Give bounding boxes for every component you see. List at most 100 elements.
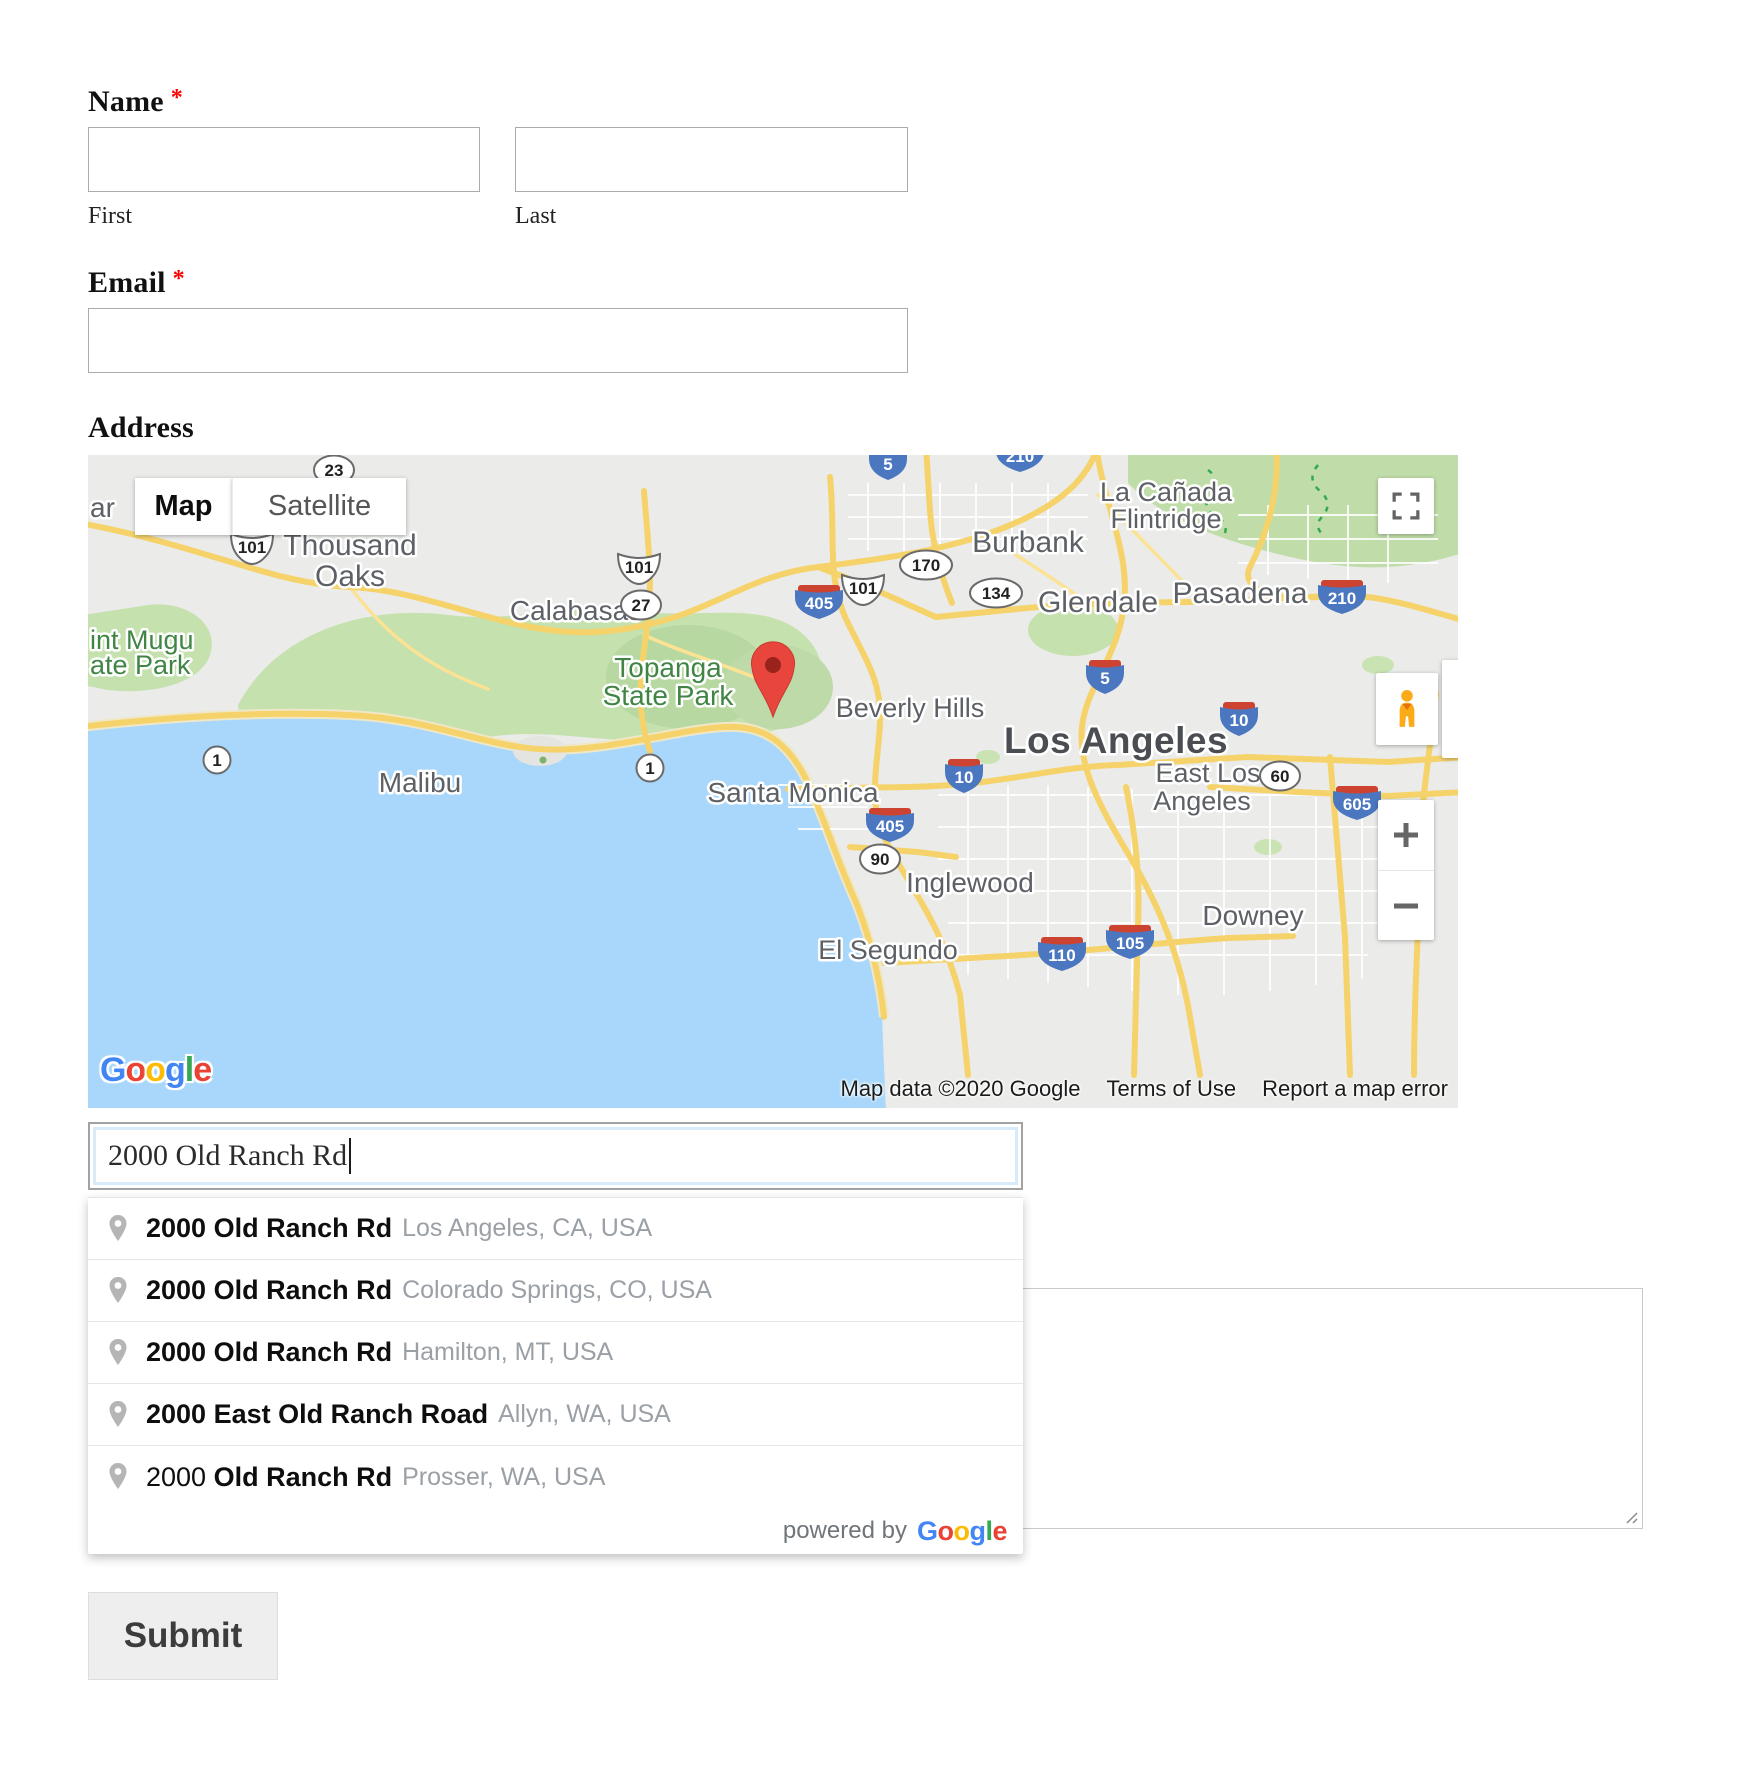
svg-text:1: 1 <box>645 759 654 778</box>
address-input[interactable]: 2000 Old Ranch Rd <box>88 1122 1023 1190</box>
zoom-control <box>1378 800 1434 940</box>
suggestion-location: Prosser, WA, USA <box>402 1463 605 1492</box>
address-label: Address <box>88 411 194 445</box>
google-logo: Google <box>100 1051 211 1090</box>
map-canvas: arThousandOaksCalabasasBurbankLa CañadaF… <box>88 455 1458 1108</box>
last-name-input[interactable] <box>515 127 908 192</box>
svg-text:90: 90 <box>871 850 890 869</box>
road-shield-90: 90 <box>860 845 900 874</box>
svg-text:134: 134 <box>982 584 1011 603</box>
map-place-label: Malibu <box>379 767 461 798</box>
map-place-label: State Park <box>603 680 735 711</box>
map-place-label: Burbank <box>972 526 1085 559</box>
map-place-label: Glendale <box>1038 586 1158 619</box>
required-asterisk: * <box>171 85 183 111</box>
svg-text:5: 5 <box>1100 669 1109 688</box>
autocomplete-suggestion[interactable]: 2000 Old Ranch Rd Hamilton, MT, USA <box>88 1322 1023 1384</box>
map-place-label: Oaks <box>315 560 385 593</box>
svg-text:170: 170 <box>912 556 940 575</box>
suggestion-text: 2000 Old Ranch Rd <box>146 1213 392 1244</box>
svg-text:101: 101 <box>238 538 266 557</box>
plus-icon <box>1391 820 1421 850</box>
suggestion-text: 2000 Old Ranch Rd <box>146 1337 392 1368</box>
svg-text:10: 10 <box>955 768 974 787</box>
svg-text:110: 110 <box>1048 946 1075 965</box>
autocomplete-suggestion[interactable]: 2000 Old Ranch Rd Colorado Springs, CO, … <box>88 1260 1023 1322</box>
map-place-label: Downey <box>1202 900 1303 931</box>
svg-text:405: 405 <box>876 817 904 836</box>
road-shield-170: 170 <box>900 551 952 580</box>
report-map-error-link[interactable]: Report a map error <box>1262 1076 1448 1102</box>
road-shield-60: 60 <box>1260 762 1300 791</box>
first-name-input[interactable] <box>88 127 480 192</box>
svg-text:605: 605 <box>1343 795 1371 814</box>
suggestion-text: 2000 Old Ranch Rd <box>146 1462 392 1493</box>
map-pin-icon <box>106 1399 130 1431</box>
last-sublabel: Last <box>515 203 556 230</box>
map-type-button[interactable]: Map <box>135 478 232 535</box>
svg-text:210: 210 <box>1328 589 1356 608</box>
map-attribution: Map data ©2020 Google Terms of Use Repor… <box>841 1076 1449 1102</box>
autocomplete-suggestion[interactable]: 2000 Old Ranch Rd Prosser, WA, USA <box>88 1446 1023 1508</box>
suggestion-location: Colorado Springs, CO, USA <box>402 1276 712 1305</box>
zoom-in-button[interactable] <box>1378 800 1434 870</box>
page-root: Name* First Last Email* Address <box>0 0 1744 1767</box>
terms-of-use-link[interactable]: Terms of Use <box>1107 1076 1237 1102</box>
address-input-value: 2000 Old Ranch Rd <box>108 1139 347 1173</box>
map-pin-icon <box>106 1275 130 1307</box>
submit-button[interactable]: Submit <box>88 1592 278 1680</box>
suggestion-location: Los Angeles, CA, USA <box>402 1214 652 1243</box>
map-place-label: Angeles <box>1153 786 1251 816</box>
address-autocomplete-dropdown: 2000 Old Ranch Rd Los Angeles, CA, USA 2… <box>88 1197 1023 1554</box>
zoom-out-button[interactable] <box>1378 870 1434 940</box>
map-place-label: El Segundo <box>818 935 958 965</box>
map-place-label: Pasadena <box>1172 577 1307 610</box>
name-label: Name* <box>88 85 183 119</box>
fullscreen-icon <box>1392 492 1420 520</box>
svg-text:101: 101 <box>625 558 653 577</box>
svg-text:1: 1 <box>212 751 221 770</box>
svg-text:10: 10 <box>1230 711 1249 730</box>
map-pin-icon <box>106 1213 130 1245</box>
email-input[interactable] <box>88 308 908 373</box>
autocomplete-suggestion[interactable]: 2000 East Old Ranch Road Allyn, WA, USA <box>88 1384 1023 1446</box>
road-shield-134: 134 <box>970 579 1022 608</box>
map-place-label: Inglewood <box>906 867 1034 898</box>
map-pin-icon <box>106 1461 130 1493</box>
svg-text:405: 405 <box>805 594 833 613</box>
suggestion-text: 2000 Old Ranch Rd <box>146 1275 392 1306</box>
pegman-control[interactable] <box>1376 673 1438 745</box>
google-map[interactable]: arThousandOaksCalabasasBurbankLa CañadaF… <box>88 455 1458 1108</box>
pegman-icon <box>1391 689 1423 729</box>
fullscreen-button[interactable] <box>1378 478 1434 534</box>
resize-grip-icon[interactable] <box>1623 1509 1639 1525</box>
email-label: Email * <box>88 266 185 300</box>
required-asterisk: * <box>173 266 185 292</box>
svg-text:60: 60 <box>1271 767 1290 786</box>
map-pin-icon <box>106 1337 130 1369</box>
suggestion-location: Hamilton, MT, USA <box>402 1338 613 1367</box>
text-caret <box>349 1138 351 1174</box>
map-place-label: La Cañada <box>1100 477 1233 507</box>
map-place-label: Flintridge <box>1110 504 1221 534</box>
svg-text:5: 5 <box>883 455 892 474</box>
powered-by-text: powered by <box>783 1517 907 1545</box>
suggestion-text: 2000 East Old Ranch Road <box>146 1399 488 1430</box>
map-place-label: ar <box>90 492 115 523</box>
svg-text:105: 105 <box>1116 934 1144 953</box>
email-label-text: Email <box>88 266 166 299</box>
svg-text:210: 210 <box>1006 455 1034 466</box>
road-shield-1: 1 <box>204 747 231 774</box>
map-place-label: East Los <box>1155 758 1260 788</box>
svg-text:27: 27 <box>632 596 651 615</box>
road-shield-27: 27 <box>621 591 661 620</box>
autocomplete-suggestion[interactable]: 2000 Old Ranch Rd Los Angeles, CA, USA <box>88 1198 1023 1260</box>
edge-control-partial <box>1442 660 1458 758</box>
road-shield-1: 1 <box>637 755 664 782</box>
map-data-copyright: Map data ©2020 Google <box>841 1076 1081 1102</box>
map-place-label: ate Park <box>90 650 191 680</box>
satellite-type-button[interactable]: Satellite <box>232 478 406 535</box>
dropdown-footer: powered by Google <box>88 1508 1023 1554</box>
suggestion-location: Allyn, WA, USA <box>498 1400 671 1429</box>
map-place-label: Santa Monica <box>707 777 879 808</box>
